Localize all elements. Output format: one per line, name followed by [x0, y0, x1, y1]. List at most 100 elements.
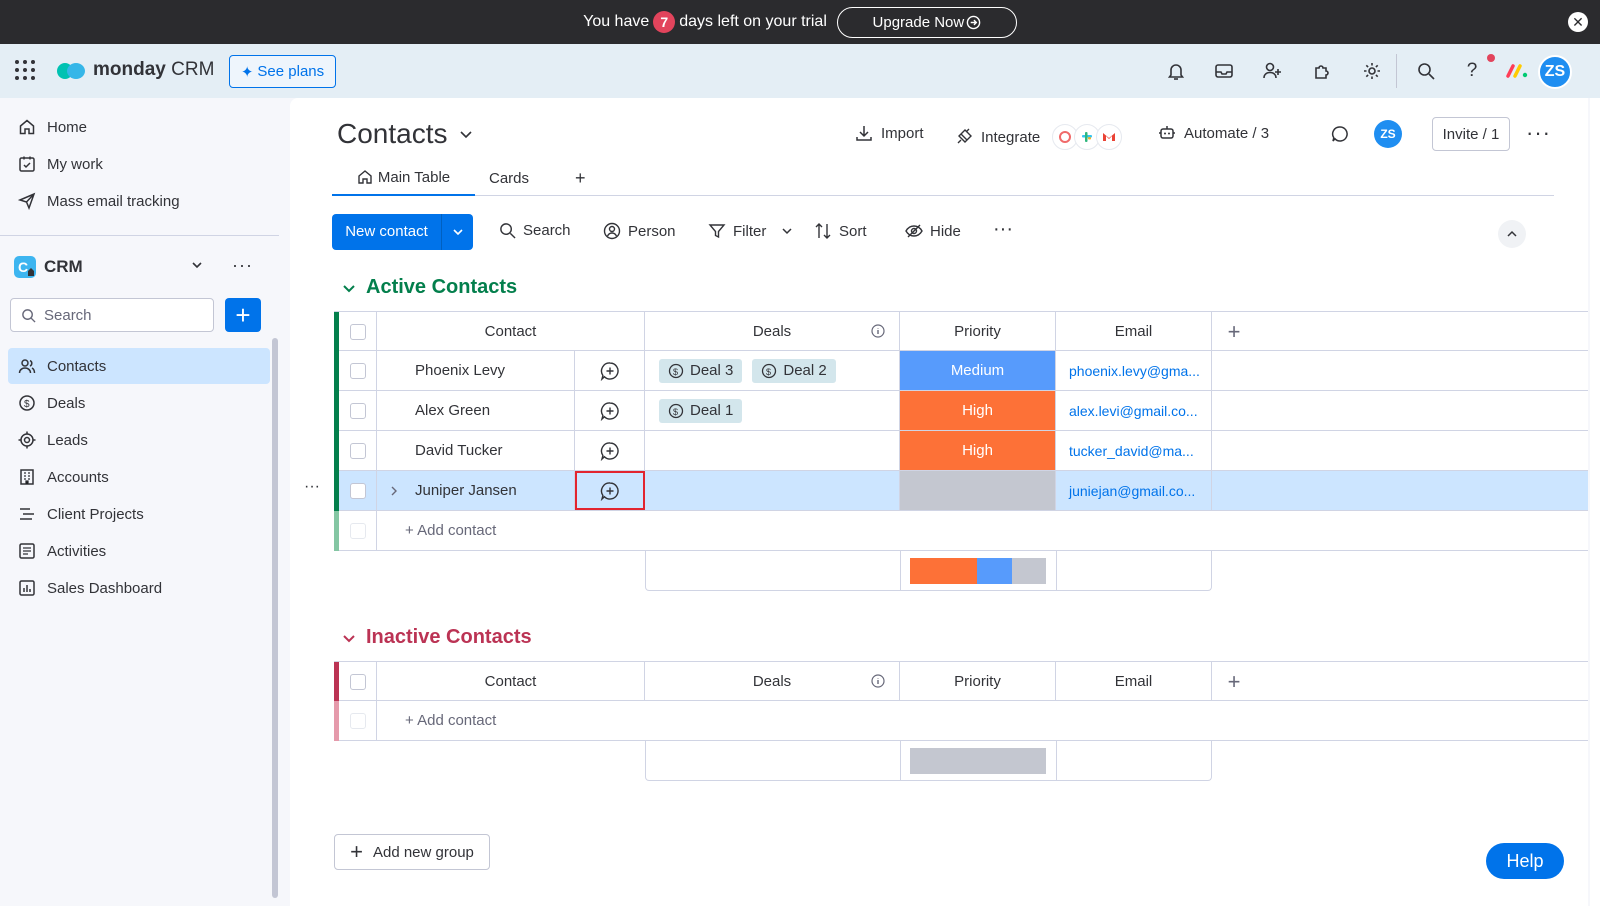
- sidebar-item-home[interactable]: Home: [8, 109, 270, 145]
- hide-button[interactable]: Hide: [905, 222, 961, 240]
- board-title[interactable]: Contacts: [337, 118, 474, 150]
- email-cell[interactable]: tucker_david@ma...: [1056, 431, 1212, 470]
- more-options-icon[interactable]: ···: [1526, 120, 1551, 146]
- email-cell[interactable]: phoenix.levy@gma...: [1056, 351, 1212, 390]
- add-contact-input[interactable]: + Add contact: [377, 511, 1588, 550]
- deals-cell[interactable]: [645, 471, 900, 510]
- info-icon[interactable]: [871, 324, 885, 338]
- row-checkbox[interactable]: [339, 471, 377, 510]
- help-button[interactable]: Help: [1486, 843, 1564, 879]
- sidebar-item-mass-email-tracking[interactable]: Mass email tracking: [8, 183, 270, 219]
- email-link[interactable]: phoenix.levy@gma...: [1056, 363, 1206, 379]
- person-filter-button[interactable]: Person: [603, 222, 676, 240]
- search-button[interactable]: Search: [499, 222, 571, 239]
- chevron-down-icon[interactable]: [190, 258, 204, 272]
- deal-chip[interactable]: $ Deal 3: [659, 358, 743, 383]
- row-checkbox[interactable]: [339, 431, 377, 470]
- monday-apps-logo-icon[interactable]: [1505, 60, 1529, 80]
- upgrade-now-button[interactable]: Upgrade Now: [836, 6, 1017, 38]
- sidebar-item-my-work[interactable]: My work: [8, 146, 270, 182]
- contact-name[interactable]: Alex Green: [377, 391, 575, 430]
- deals-cell[interactable]: $ Deal 3 $ Deal 2: [645, 351, 900, 390]
- add-column-icon[interactable]: +: [1212, 662, 1256, 701]
- priority-summary-bar[interactable]: [910, 558, 1046, 584]
- column-header-email[interactable]: Email: [1056, 312, 1212, 351]
- add-update-icon[interactable]: [575, 351, 645, 390]
- sidebar-item-contacts[interactable]: Contacts: [8, 348, 270, 384]
- group-header-active[interactable]: Active Contacts: [342, 276, 517, 299]
- add-update-icon[interactable]: [575, 471, 645, 510]
- workspace-more-icon[interactable]: ···: [232, 255, 253, 276]
- chevron-right-icon[interactable]: [389, 485, 399, 497]
- search-icon[interactable]: [1414, 59, 1438, 83]
- priority-summary-bar[interactable]: [910, 748, 1046, 774]
- sidebar-item-leads[interactable]: Leads: [8, 422, 270, 458]
- column-header-contact[interactable]: Contact: [377, 312, 645, 351]
- inbox-icon[interactable]: [1212, 59, 1236, 83]
- tab-cards[interactable]: Cards: [489, 160, 529, 196]
- priority-cell[interactable]: Medium: [900, 351, 1056, 390]
- tab-main-table[interactable]: Main Table: [332, 160, 475, 196]
- email-cell[interactable]: juniejan@gmail.co...: [1056, 471, 1212, 510]
- contact-name[interactable]: David Tucker: [377, 431, 575, 470]
- column-header-email[interactable]: Email: [1056, 662, 1212, 701]
- row-checkbox[interactable]: [339, 351, 377, 390]
- user-avatar[interactable]: ZS: [1538, 55, 1572, 89]
- deals-cell[interactable]: $ Deal 1: [645, 391, 900, 430]
- collapse-header-icon[interactable]: [1498, 220, 1526, 248]
- bell-icon[interactable]: [1164, 59, 1188, 83]
- sidebar-item-client-projects[interactable]: Client Projects: [8, 496, 270, 532]
- add-new-group-button[interactable]: + Add new group: [334, 834, 490, 870]
- new-contact-button[interactable]: New contact: [332, 214, 473, 250]
- main-scrollbar[interactable]: [1590, 98, 1600, 906]
- chevron-down-icon[interactable]: [781, 225, 793, 237]
- sort-button[interactable]: Sort: [814, 222, 867, 240]
- sidebar-item-activities[interactable]: Activities: [8, 533, 270, 569]
- priority-cell[interactable]: High: [900, 391, 1056, 430]
- filter-button[interactable]: Filter: [708, 222, 766, 240]
- toolbar-more-icon[interactable]: ···: [993, 218, 1013, 241]
- column-header-contact[interactable]: Contact: [377, 662, 645, 701]
- close-banner-icon[interactable]: ✕: [1568, 12, 1588, 32]
- contact-name-cell[interactable]: Juniper Jansen: [377, 471, 575, 510]
- row-menu-icon[interactable]: ···: [304, 478, 320, 496]
- column-header-priority[interactable]: Priority: [900, 312, 1056, 351]
- chevron-down-icon[interactable]: [442, 226, 473, 238]
- import-button[interactable]: Import: [855, 124, 924, 142]
- add-contact-input[interactable]: + Add contact: [377, 701, 1588, 740]
- sidebar-scrollbar[interactable]: [272, 338, 278, 898]
- column-header-priority[interactable]: Priority: [900, 662, 1056, 701]
- sidebar-item-deals[interactable]: $ Deals: [8, 385, 270, 421]
- integrate-button[interactable]: Integrate: [955, 124, 1123, 150]
- automate-button[interactable]: Automate / 3: [1158, 124, 1269, 142]
- info-icon[interactable]: [871, 674, 885, 688]
- workspace-header[interactable]: C CRM: [14, 253, 83, 281]
- sidebar-search-input[interactable]: Search: [10, 298, 214, 332]
- row-checkbox[interactable]: [339, 391, 377, 430]
- updates-chat-icon[interactable]: [1330, 124, 1350, 144]
- invite-button[interactable]: Invite / 1: [1432, 117, 1510, 151]
- email-link[interactable]: tucker_david@ma...: [1056, 443, 1206, 459]
- see-plans-button[interactable]: ✦ See plans: [229, 55, 336, 88]
- add-column-icon[interactable]: +: [1212, 312, 1256, 351]
- add-item-button[interactable]: +: [225, 298, 261, 332]
- priority-cell[interactable]: [900, 471, 1056, 510]
- contact-name[interactable]: Phoenix Levy: [377, 351, 575, 390]
- group-header-inactive[interactable]: Inactive Contacts: [342, 626, 532, 649]
- email-link[interactable]: alex.levi@gmail.co...: [1056, 403, 1206, 419]
- column-header-deals[interactable]: Deals: [645, 312, 900, 351]
- email-link[interactable]: juniejan@gmail.co...: [1056, 483, 1206, 499]
- select-all-checkbox[interactable]: [339, 662, 377, 701]
- help-question-icon[interactable]: ?: [1460, 59, 1484, 83]
- add-update-icon[interactable]: [575, 391, 645, 430]
- invite-user-icon[interactable]: [1260, 59, 1284, 83]
- board-member-avatar[interactable]: ZS: [1374, 120, 1402, 148]
- deal-chip[interactable]: $ Deal 1: [659, 398, 743, 423]
- gear-icon[interactable]: [1360, 59, 1384, 83]
- puzzle-icon[interactable]: [1310, 59, 1334, 83]
- apps-grid-icon[interactable]: [14, 59, 36, 81]
- deals-cell[interactable]: [645, 431, 900, 470]
- sidebar-item-sales-dashboard[interactable]: Sales Dashboard: [8, 570, 270, 606]
- select-all-checkbox[interactable]: [339, 312, 377, 351]
- add-update-icon[interactable]: [575, 431, 645, 470]
